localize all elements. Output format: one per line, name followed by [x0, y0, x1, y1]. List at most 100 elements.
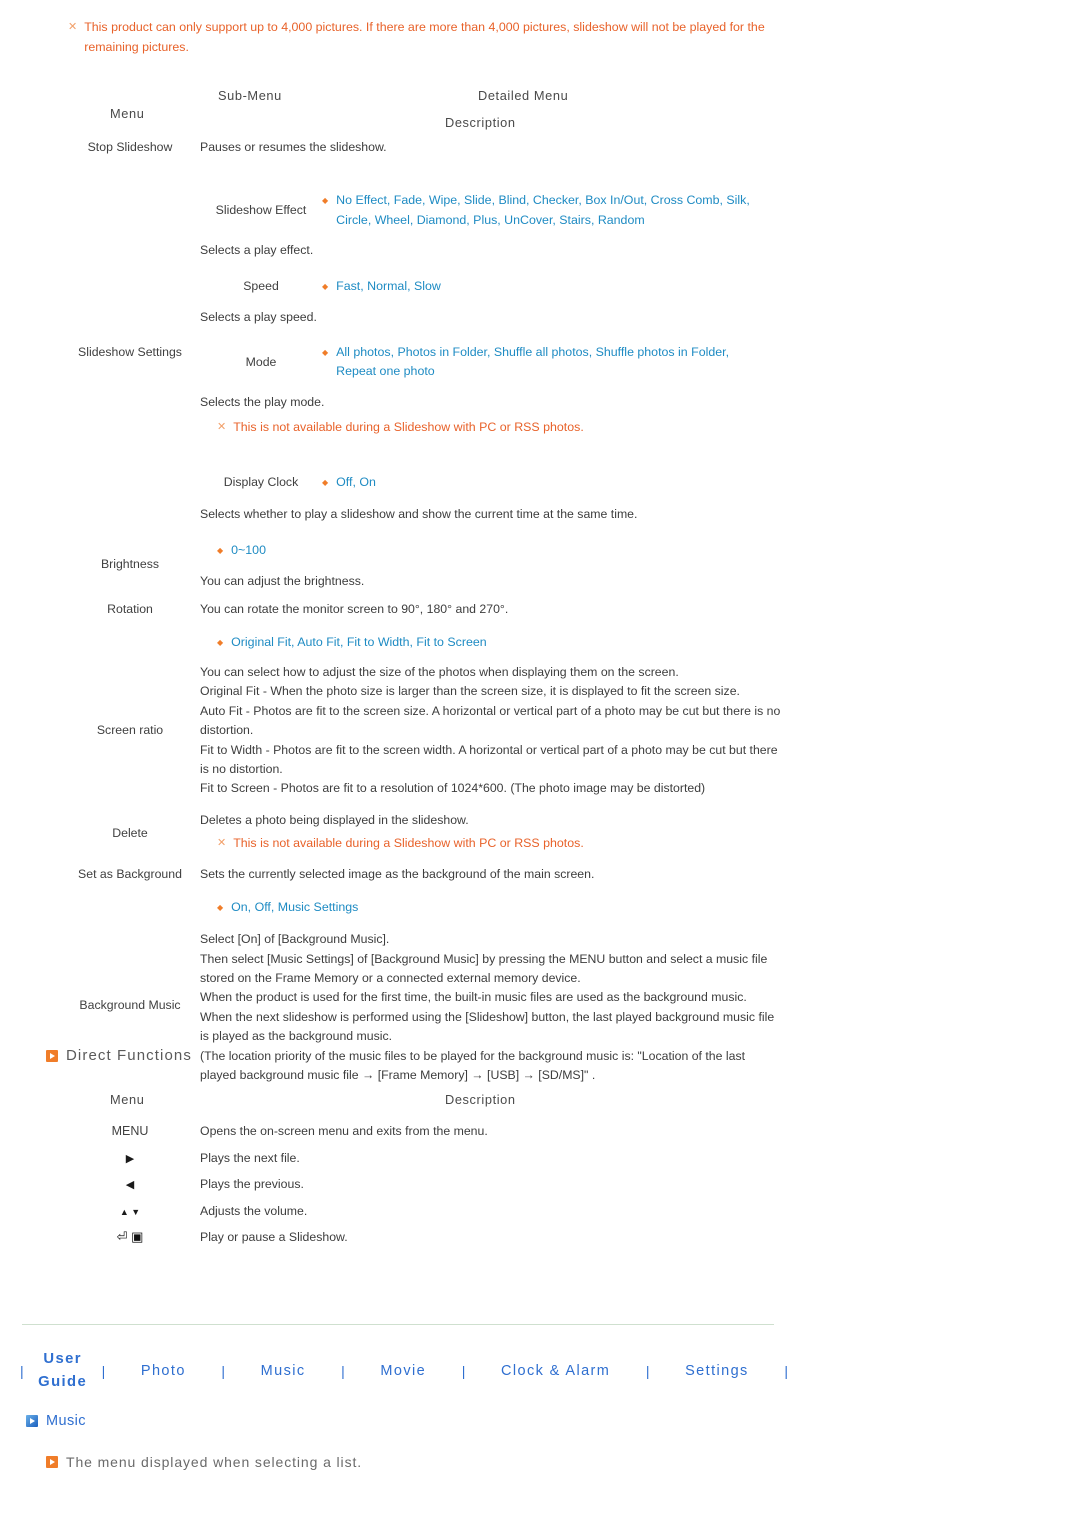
- header-detailed-menu: Detailed Menu: [478, 88, 569, 103]
- table-row-stop-slideshow: Stop Slideshow Pauses or resumes the sli…: [60, 138, 790, 157]
- row-description: Pauses or resumes the slideshow.: [200, 140, 387, 154]
- row-description: Adjusts the volume.: [200, 1203, 308, 1218]
- warning-row: ✕ This product can only support up to 4,…: [68, 18, 783, 57]
- subsection-title: The menu displayed when selecting a list…: [66, 1454, 363, 1470]
- option-list: ◆ Fast, Normal, Slow: [322, 277, 790, 297]
- nav-item-photo[interactable]: Photo: [107, 1360, 219, 1383]
- orange-arrow-icon: [46, 1456, 58, 1468]
- sub-row-display-clock: Display Clock ◆ Off, On: [200, 473, 790, 493]
- header-menu: Menu: [110, 1092, 145, 1107]
- table-row: MENU Opens the on-screen menu and exits …: [60, 1118, 790, 1145]
- music-subheading: The menu displayed when selecting a list…: [46, 1454, 362, 1470]
- sub-row-description: Selects the play mode.: [200, 394, 325, 409]
- section-title: Music: [46, 1413, 86, 1429]
- nav-separator: |: [645, 1363, 650, 1379]
- table-row-set-as-background: Set as Background Sets the currently sel…: [60, 865, 790, 884]
- table-row-screen-ratio: Screen ratio ◆ Original Fit, Auto Fit, F…: [60, 633, 790, 799]
- description-line: Fit to Width - Photos are fit to the scr…: [200, 742, 778, 776]
- row-key: MENU: [111, 1124, 149, 1139]
- direct-functions-table: MENU Opens the on-screen menu and exits …: [60, 1118, 790, 1251]
- settings-table: Stop Slideshow Pauses or resumes the sli…: [60, 138, 790, 1085]
- description-line: When the next slideshow is performed usi…: [200, 1009, 775, 1044]
- table-row-slideshow-settings: Slideshow Settings Slideshow Effect ◆ No…: [60, 167, 790, 524]
- row-label: Screen ratio: [96, 722, 164, 737]
- option-text: No Effect, Fade, Wipe, Slide, Blind, Che…: [336, 193, 750, 227]
- note-text: This is not available during a Slideshow…: [233, 420, 584, 435]
- diamond-bullet-icon: ◆: [322, 281, 329, 291]
- nav-separator: |: [20, 1363, 24, 1379]
- delete-note: ✕ This is not available during a Slidesh…: [200, 834, 790, 854]
- diamond-bullet-icon: ◆: [322, 196, 329, 206]
- option-list: ◆ 0~100: [200, 541, 790, 561]
- slideshow-play-pause-icon: ⏎ ▣: [116, 1229, 144, 1245]
- option-text: Fast, Normal, Slow: [336, 278, 441, 293]
- mode-note: ✕ This is not available during a Slidesh…: [200, 418, 790, 438]
- sub-row-label: Speed: [243, 278, 279, 293]
- row-label: Brightness: [100, 557, 160, 572]
- music-section-heading: Music: [26, 1413, 86, 1429]
- row-label-text: Slideshow Settings: [78, 345, 182, 360]
- footer-divider: [22, 1324, 774, 1325]
- option-text: Original Fit, Auto Fit, Fit to Width, Fi…: [231, 634, 487, 649]
- row-description: Deletes a photo being displayed in the s…: [200, 812, 469, 827]
- nav-item-music[interactable]: Music: [227, 1360, 339, 1383]
- diamond-bullet-icon: ◆: [217, 903, 224, 913]
- table-row: ◀ Plays the previous.: [60, 1171, 790, 1198]
- table-row-rotation: Rotation You can rotate the monitor scre…: [60, 600, 790, 619]
- option-text: 0~100: [231, 543, 266, 558]
- diamond-bullet-icon: ◆: [322, 348, 329, 358]
- footer-navigation: | User Guide | Photo | Music | Movie | C…: [18, 1348, 790, 1394]
- row-description: Plays the next file.: [200, 1150, 300, 1165]
- header-menu: Menu: [110, 106, 145, 121]
- nav-item-user-guide[interactable]: User Guide: [26, 1348, 100, 1394]
- header-sub-menu: Sub-Menu: [218, 88, 282, 103]
- row-description: You can adjust the brightness.: [200, 574, 365, 589]
- user-guide-page: ✕ This product can only support up to 4,…: [0, 0, 1080, 1527]
- top-warning-note: ✕ This product can only support up to 4,…: [68, 18, 783, 57]
- warning-text: This product can only support up to 4,00…: [84, 20, 765, 54]
- row-label: Rotation: [107, 601, 153, 616]
- diamond-bullet-icon: ◆: [217, 637, 224, 647]
- row-description: You can rotate the monitor screen to 90°…: [200, 601, 509, 616]
- warning-x-icon: ✕: [217, 421, 227, 434]
- play-next-icon: ▶: [125, 1152, 135, 1165]
- sub-row-label: Display Clock: [223, 474, 299, 489]
- header-description: Description: [445, 115, 516, 130]
- play-previous-icon: ◀: [125, 1179, 135, 1192]
- row-description: Play or pause a Slideshow.: [200, 1230, 348, 1245]
- nav-separator: |: [101, 1363, 106, 1379]
- description-line: Original Fit - When the photo size is la…: [200, 684, 740, 699]
- nav-item-settings[interactable]: Settings: [652, 1360, 783, 1383]
- sub-row-mode: Mode ◆ All photos, Photos in Folder, Shu…: [200, 343, 790, 382]
- row-description: Plays the previous.: [200, 1177, 304, 1192]
- nav-separator: |: [784, 1363, 788, 1379]
- diamond-bullet-icon: ◆: [322, 477, 329, 487]
- nav-item-movie[interactable]: Movie: [347, 1360, 460, 1383]
- screen-ratio-lines: You can select how to adjust the size of…: [200, 663, 782, 799]
- option-list: ◆ All photos, Photos in Folder, Shuffle …: [322, 343, 772, 382]
- description-line: When the product is used for the first t…: [200, 990, 747, 1005]
- section-title: Direct Functions: [66, 1047, 192, 1064]
- sub-row-description: Selects a play speed.: [200, 309, 317, 324]
- description-line: Auto Fit - Photos are fit to the screen …: [200, 703, 781, 738]
- diamond-bullet-icon: ◆: [217, 546, 224, 556]
- nav-separator: |: [221, 1363, 226, 1379]
- warning-x-icon: ✕: [217, 837, 227, 850]
- option-list: ◆ Off, On: [322, 473, 790, 493]
- note-text: This is not available during a Slideshow…: [233, 836, 584, 851]
- direct-functions-heading: Direct Functions: [46, 1047, 192, 1064]
- description-line: You can select how to adjust the size of…: [200, 664, 679, 679]
- nav-separator: |: [341, 1363, 345, 1379]
- nav-separator: |: [461, 1363, 466, 1379]
- row-description: Sets the currently selected image as the…: [200, 866, 595, 881]
- option-text: Off, On: [336, 474, 376, 489]
- sub-row-slideshow-effect: Slideshow Effect ◆ No Effect, Fade, Wipe…: [200, 191, 790, 230]
- option-text: All photos, Photos in Folder, Shuffle al…: [336, 345, 730, 379]
- option-list: ◆ On, Off, Music Settings: [200, 898, 790, 918]
- table-row-delete: Delete Deletes a photo being displayed i…: [60, 811, 790, 854]
- sub-row-speed: Speed ◆ Fast, Normal, Slow: [200, 277, 790, 297]
- nav-item-clock-alarm[interactable]: Clock & Alarm: [467, 1360, 643, 1383]
- table-row: ▲ ▼ Adjusts the volume.: [60, 1198, 790, 1225]
- row-label: Delete: [112, 825, 148, 840]
- sub-row-label: Mode: [245, 355, 277, 370]
